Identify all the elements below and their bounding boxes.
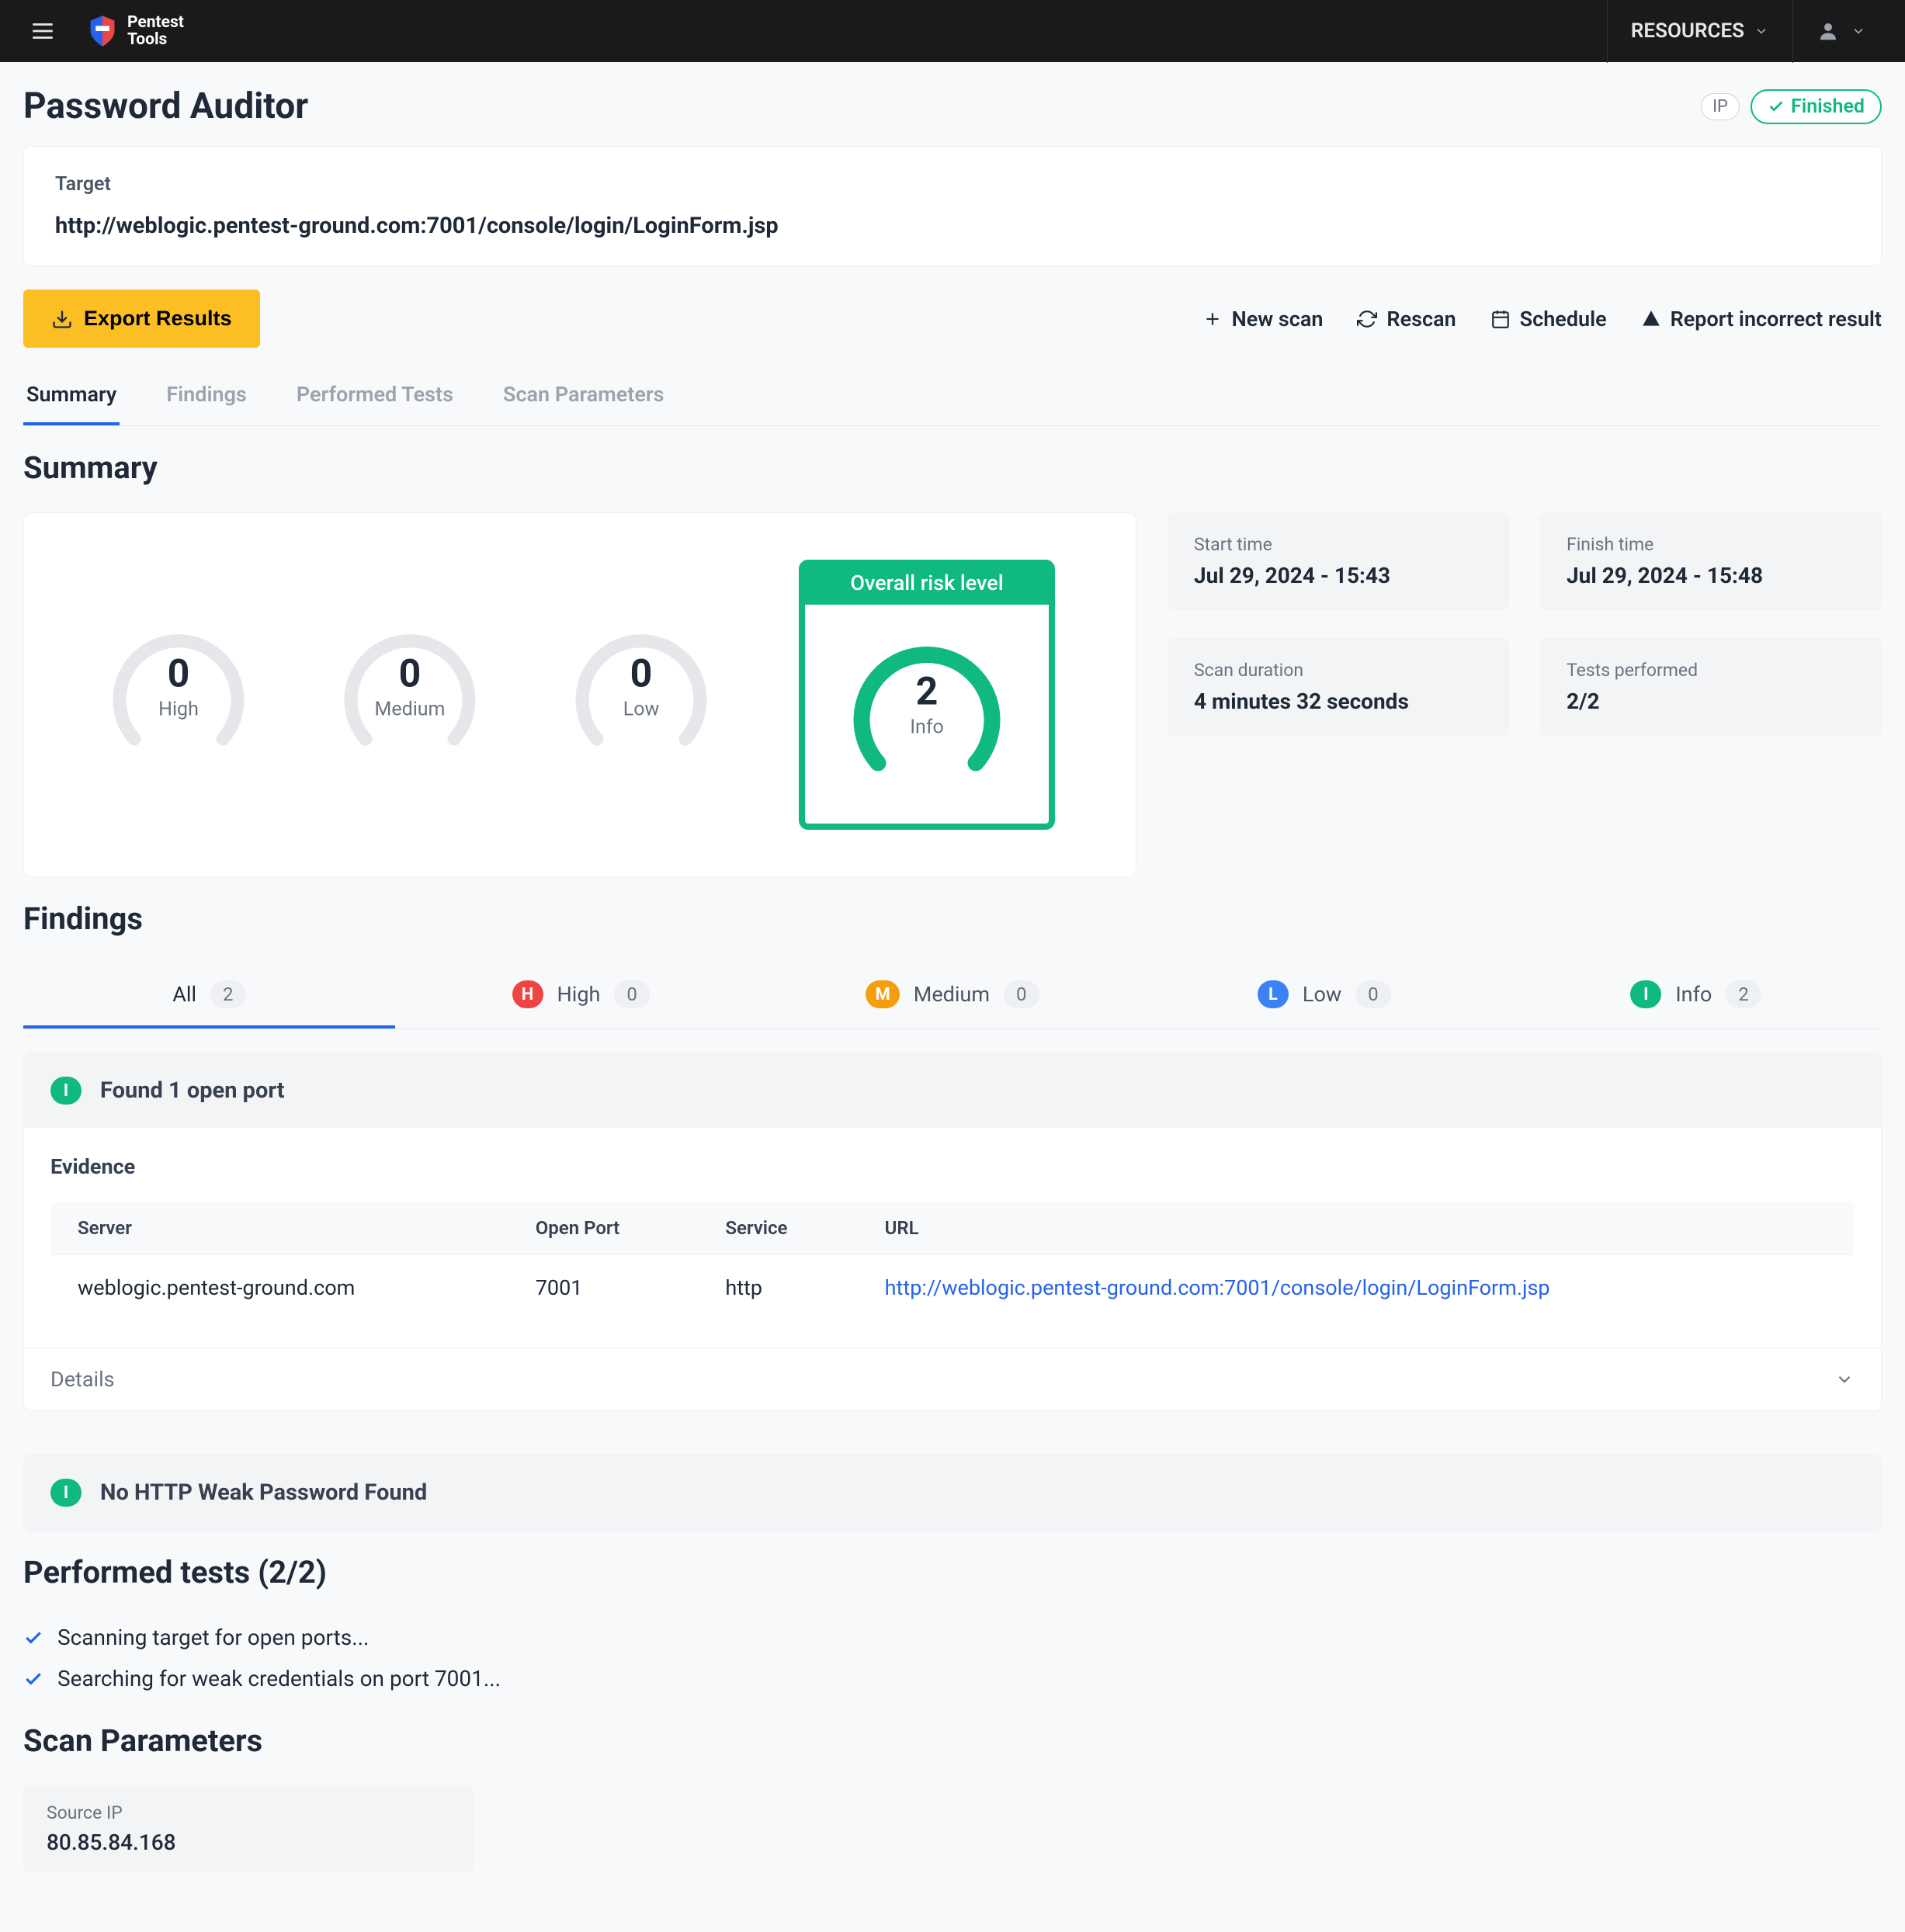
page-title: Password Auditor <box>23 85 308 127</box>
new-scan-button[interactable]: New scan <box>1202 307 1324 331</box>
filter-tabs: All 2 H High 0 M Medium 0 L Low 0 I Info… <box>23 963 1882 1029</box>
gauge-low: 0 Low <box>567 621 715 768</box>
status-badge: Finished <box>1751 89 1882 124</box>
user-icon <box>1817 19 1840 43</box>
schedule-button[interactable]: Schedule <box>1490 307 1607 331</box>
risk-card: Overall risk level 2 Info <box>799 560 1055 830</box>
tab-findings[interactable]: Findings <box>163 366 249 425</box>
download-icon <box>51 308 73 330</box>
target-card: Target http://weblogic.pentest-ground.co… <box>23 146 1882 266</box>
status-label: Finished <box>1791 95 1865 118</box>
param-source-ip: Source IP 80.85.84.168 <box>23 1785 474 1872</box>
shield-icon <box>85 14 120 48</box>
filter-info[interactable]: I Info 2 <box>1510 963 1882 1028</box>
severity-info-icon: I <box>1630 980 1661 1008</box>
evidence-label: Evidence <box>50 1154 1855 1179</box>
tabs: Summary Findings Performed Tests Scan Pa… <box>23 366 1882 426</box>
resources-label: RESOURCES <box>1631 19 1744 43</box>
finding-open-port: I Found 1 open port Evidence Server Open… <box>23 1053 1882 1411</box>
export-label: Export Results <box>84 307 232 331</box>
target-value: http://weblogic.pentest-ground.com:7001/… <box>55 213 1850 239</box>
performed-test-item: Searching for weak credentials on port 7… <box>23 1658 1882 1699</box>
evidence-url-link[interactable]: http://weblogic.pentest-ground.com:7001/… <box>885 1275 1550 1300</box>
params-heading: Scan Parameters <box>23 1722 1882 1759</box>
gauges-card: 0 High 0 Medium <box>23 512 1136 877</box>
topbar: Pentest Tools RESOURCES <box>0 0 1905 62</box>
filter-high[interactable]: H High 0 <box>395 963 767 1028</box>
tab-params[interactable]: Scan Parameters <box>500 366 667 425</box>
severity-info-icon: I <box>50 1479 82 1507</box>
metric-finish: Finish time Jul 29, 2024 - 15:48 <box>1540 512 1882 610</box>
tab-performed[interactable]: Performed Tests <box>293 366 456 425</box>
check-icon <box>23 1669 43 1689</box>
metric-start: Start time Jul 29, 2024 - 15:43 <box>1168 512 1509 610</box>
chevron-down-icon <box>1834 1369 1855 1389</box>
check-icon <box>1768 98 1785 115</box>
filter-all[interactable]: All 2 <box>23 963 395 1028</box>
chevron-down-icon <box>1851 23 1866 39</box>
risk-header: Overall risk level <box>805 566 1049 605</box>
finding-header[interactable]: I Found 1 open port <box>24 1053 1881 1128</box>
plus-icon <box>1202 309 1223 329</box>
export-button[interactable]: Export Results <box>23 290 260 348</box>
severity-info-icon: I <box>50 1077 82 1105</box>
details-toggle[interactable]: Details <box>24 1348 1881 1410</box>
severity-medium-icon: M <box>866 980 899 1008</box>
report-button[interactable]: Report incorrect result <box>1641 307 1882 331</box>
metric-tests: Tests performed 2/2 <box>1540 638 1882 736</box>
logo-text-2: Tools <box>127 31 184 48</box>
filter-low[interactable]: L Low 0 <box>1138 963 1510 1028</box>
calendar-icon <box>1490 309 1511 329</box>
gauge-high: 0 High <box>105 621 252 768</box>
filter-medium[interactable]: M Medium 0 <box>767 963 1139 1028</box>
severity-low-icon: L <box>1258 980 1289 1008</box>
evidence-table: Server Open Port Service URL weblogic.pe… <box>50 1201 1855 1321</box>
rescan-button[interactable]: Rescan <box>1357 307 1456 331</box>
menu-icon[interactable] <box>23 12 62 50</box>
findings-heading: Findings <box>23 900 1882 937</box>
warning-icon <box>1641 309 1661 329</box>
summary-heading: Summary <box>23 449 1882 486</box>
severity-high-icon: H <box>512 980 543 1008</box>
user-menu[interactable] <box>1793 19 1882 43</box>
logo-text-1: Pentest <box>127 14 184 31</box>
logo[interactable]: Pentest Tools <box>85 14 184 48</box>
performed-heading: Performed tests (2/2) <box>23 1554 1882 1590</box>
table-row: weblogic.pentest-ground.com 7001 http ht… <box>51 1255 1855 1321</box>
gauge-medium: 0 Medium <box>336 621 484 768</box>
finding-header[interactable]: I No HTTP Weak Password Found <box>24 1455 1881 1530</box>
metric-duration: Scan duration 4 minutes 32 seconds <box>1168 638 1509 736</box>
tab-summary[interactable]: Summary <box>23 366 120 425</box>
refresh-icon <box>1357 309 1377 329</box>
performed-test-item: Scanning target for open ports... <box>23 1617 1882 1658</box>
check-icon <box>23 1628 43 1648</box>
ip-badge: IP <box>1701 93 1740 120</box>
chevron-down-icon <box>1754 23 1769 39</box>
resources-menu[interactable]: RESOURCES <box>1607 0 1793 63</box>
target-label: Target <box>55 173 1850 196</box>
finding-no-weak-password: I No HTTP Weak Password Found <box>23 1455 1882 1531</box>
